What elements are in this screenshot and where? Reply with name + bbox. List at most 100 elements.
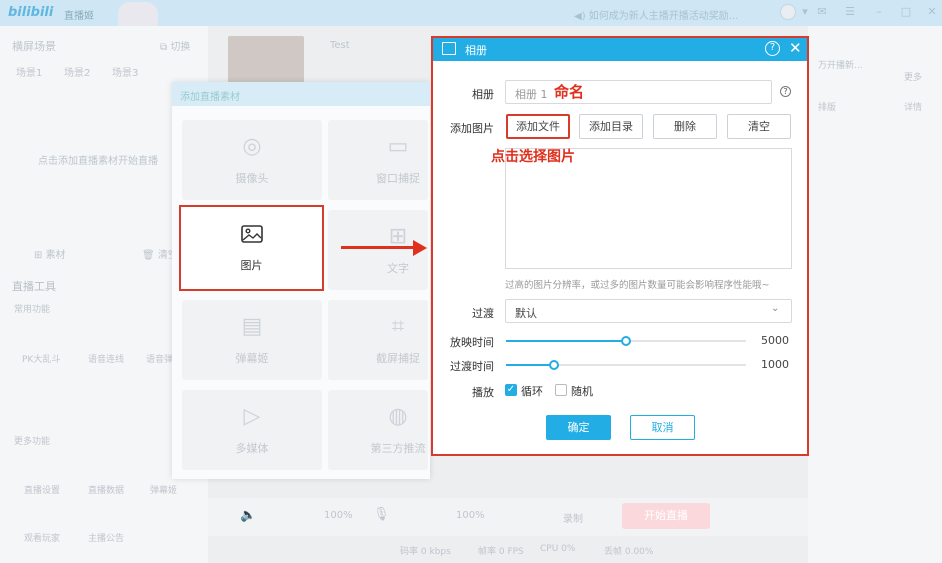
right-item-2: 排版 [818,103,837,113]
mail-icon[interactable]: ✉ [815,5,829,19]
transition-time-handle[interactable] [549,360,559,370]
tile-media[interactable]: ▷ 多媒体 [182,390,322,470]
scene-tab-3[interactable]: 场景3 [112,64,138,79]
album-dialog-title: 相册 [465,44,487,57]
tool-voice[interactable]: 语音连线 [88,352,124,365]
media-icon: ▷ [243,404,261,429]
transition-select[interactable] [505,299,792,323]
close-icon[interactable]: ✕ [925,5,939,19]
speaker-icon[interactable]: 🔈 [240,508,256,523]
play-time-label: 放映时间 [450,336,494,349]
play-mode-label: 播放 [472,386,494,399]
tile-camera[interactable]: ◎ 摄像头 [182,120,322,200]
album-name-label: 相册 [472,88,494,101]
volume-value-2: 100% [456,510,485,521]
stream-title: Test [330,40,350,51]
annotation-click: 点击选择图片 [491,149,575,165]
volume-value-1: 100% [324,510,353,521]
image-icon [181,225,322,246]
empty-hint: 点击添加直播素材开始直播 [38,156,158,167]
avatar-icon[interactable] [780,4,796,20]
random-checkbox[interactable] [555,384,567,396]
delete-button[interactable]: 删除 [653,114,717,139]
annotation-arrow-head [413,240,427,256]
cancel-button[interactable]: 取消 [630,415,695,440]
tile-image[interactable]: 图片 [179,205,324,291]
play-time-value: 5000 [761,334,789,347]
tool-viewers[interactable]: 观看玩家 [24,531,60,544]
question-icon[interactable]: ? [780,86,791,97]
add-source-title: 添加直播素材 [180,92,240,103]
tool-voice-danmaku[interactable]: 语音弹 [146,352,173,365]
app-logo: bilibili [8,5,54,20]
help-icon[interactable]: ? [765,41,780,56]
chevron-down-icon[interactable]: ▾ [798,5,812,19]
play-time-fill [506,340,626,342]
album-dialog-header [433,38,807,61]
transition-value: 默认 [515,307,537,320]
camera-icon: ◎ [242,134,262,159]
tool-data[interactable]: 直播数据 [88,483,124,496]
transition-time-value: 1000 [761,358,789,371]
random-label: 随机 [571,385,593,398]
right-item-1: 万开播新... [818,61,863,71]
tool-settings[interactable]: 直播设置 [24,483,60,496]
tool-pk[interactable]: PK大乱斗 [22,352,60,365]
tile-label: 多媒体 [235,442,269,455]
add-file-button[interactable]: 添加文件 [506,114,570,139]
play-time-handle[interactable] [621,336,631,346]
tile-danmaku[interactable]: ▤ 弹幕姬 [182,300,322,380]
scene-tab-2[interactable]: 场景2 [64,64,90,79]
image-icon [442,42,456,55]
tile-crop[interactable]: ⌗ 截屏捕捉 [328,300,428,380]
ok-button[interactable]: 确定 [546,415,611,440]
add-dir-button[interactable]: 添加目录 [579,114,643,139]
tool-announce[interactable]: 主播公告 [88,531,124,544]
status-fps: 帧率 0 FPS [478,547,524,557]
transition-time-fill [506,364,554,366]
annotation-arrow [341,246,415,249]
add-image-label: 添加图片 [450,122,494,135]
status-cpu: CPU 0% [540,544,576,554]
tile-label: 弹幕姬 [235,352,269,365]
close-icon[interactable]: ✕ [789,39,802,57]
clear-button[interactable]: 清空 [727,114,791,139]
start-live-button[interactable]: 开始直播 [622,503,710,529]
tile-label: 摄像头 [235,172,269,185]
stream-thumbnail [228,36,304,88]
tile-window[interactable]: ▭ 窗口捕捉 [328,120,428,200]
scene-tab-1[interactable]: 场景1 [16,64,42,79]
menu-icon[interactable]: ☰ [843,5,857,19]
tile-label: 图片 [240,259,263,272]
album-name-value: 相册 1 [515,88,548,101]
maximize-icon[interactable]: □ [899,5,913,19]
right-detail[interactable]: 详情 [904,100,922,113]
status-drop: 丢帧 0.00% [604,547,654,557]
right-more[interactable]: 更多 [904,70,922,83]
tile-stream[interactable]: ◍ 第三方推流 [328,390,428,470]
mic-icon[interactable]: 🎙 [373,507,390,522]
record-button[interactable]: 录制 [563,510,583,525]
common-title: 常用功能 [14,305,51,315]
mascot-icon [118,2,158,26]
app-name: 直播姬 [64,11,94,22]
switch-button[interactable]: ⧉ 切换 [160,38,190,53]
more-title: 更多功能 [14,437,51,447]
danmaku-icon: ▤ [241,314,263,339]
tool-danmaku[interactable]: 弹幕姬 [150,483,177,496]
perf-hint: 过高的图片分辨率，或过多的图片数量可能会影响程序性能哦~ [505,280,770,291]
status-bitrate: 码率 0 kbps [400,547,451,557]
tools-title: 直播工具 [12,280,56,293]
annotation-name: 命名 [554,83,585,101]
transition-label: 过渡 [472,307,494,320]
transition-time-label: 过渡时间 [450,360,494,373]
image-list[interactable] [505,148,792,269]
notice-text[interactable]: ◀) 如何成为新人主播开播活动奖励... [574,7,738,22]
chevron-down-icon: ⌄ [771,303,780,314]
bottom-bar [208,498,808,536]
loop-label: 循环 [521,385,543,398]
minimize-icon[interactable]: – [872,5,886,19]
source-button[interactable]: ⊞ 素材 [34,246,66,261]
scene-title: 横屏场景 [12,40,56,53]
loop-checkbox[interactable]: ✓ [505,384,517,396]
